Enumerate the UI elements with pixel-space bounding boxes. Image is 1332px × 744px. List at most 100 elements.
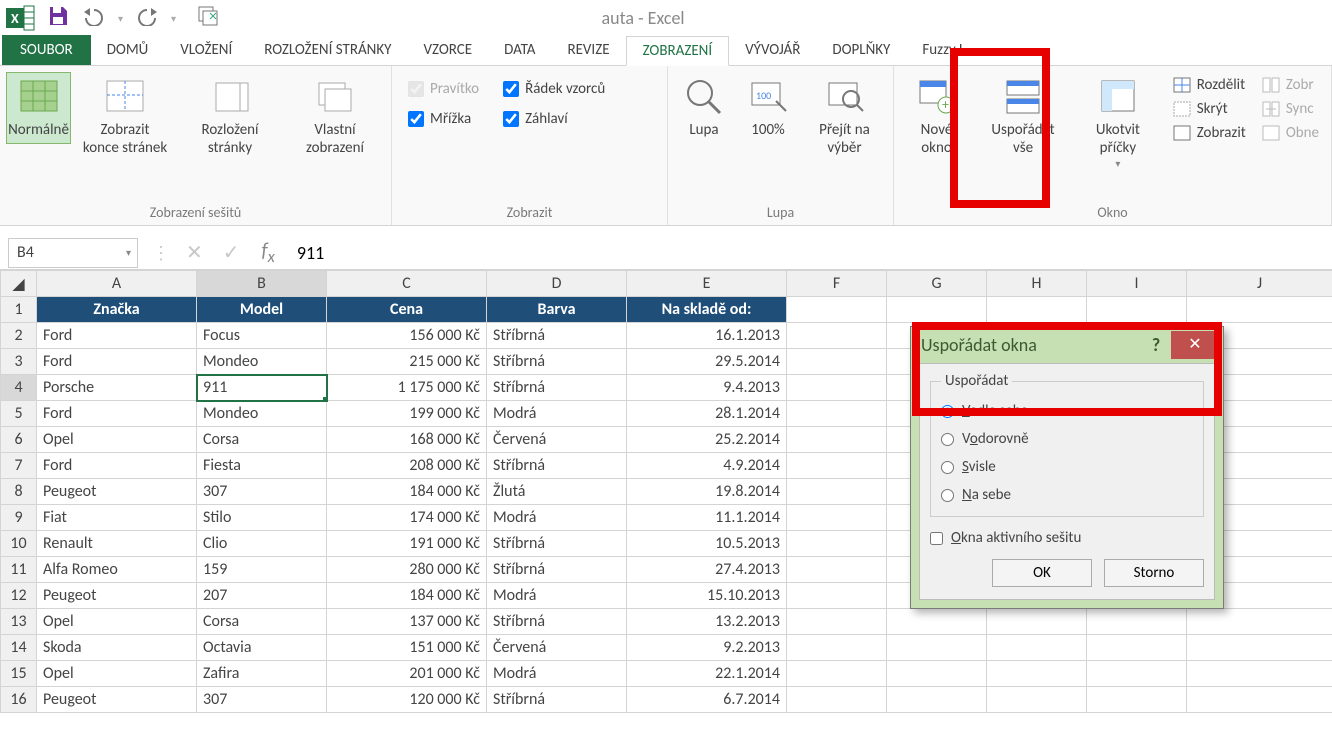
row-header-16[interactable]: 16 — [1, 687, 37, 713]
ok-button[interactable]: OK — [992, 559, 1092, 587]
cell[interactable]: 28.1.2014 — [627, 401, 787, 427]
tab-addins[interactable]: DOPLŇKY — [816, 35, 906, 65]
fx-icon[interactable]: fx — [250, 239, 287, 267]
cell[interactable]: Modrá — [487, 583, 627, 609]
col-header-I[interactable]: I — [1087, 271, 1187, 297]
cell[interactable] — [987, 661, 1087, 687]
cell[interactable] — [787, 401, 887, 427]
cell[interactable]: 29.5.2014 — [627, 349, 787, 375]
page-layout-button[interactable]: Rozložení stránky — [179, 72, 281, 162]
tab-fuzzy[interactable]: Fuzzy L — [906, 35, 981, 65]
cell[interactable]: 911 — [197, 375, 327, 401]
cell[interactable]: Modrá — [487, 661, 627, 687]
row-header-8[interactable]: 8 — [1, 479, 37, 505]
cell[interactable]: 137 000 Kč — [327, 609, 487, 635]
table-header-cell[interactable]: Model — [197, 297, 327, 323]
name-box[interactable]: B4 — [8, 238, 138, 268]
freeze-panes-button[interactable]: Ukotvit příčky ▾ — [1073, 72, 1163, 175]
cell[interactable] — [1087, 635, 1187, 661]
enter-icon[interactable]: ✓ — [213, 240, 250, 265]
cell[interactable]: 215 000 Kč — [327, 349, 487, 375]
cell[interactable]: Stříbrná — [487, 609, 627, 635]
formula-input[interactable] — [287, 242, 1332, 264]
cell[interactable]: 307 — [197, 687, 327, 713]
active-workbook-checkbox[interactable]: Okna aktivního sešitu — [930, 529, 1204, 547]
cell[interactable]: Peugeot — [37, 583, 197, 609]
col-header-B[interactable]: B — [197, 271, 327, 297]
cell[interactable] — [887, 687, 987, 713]
cell[interactable]: Opel — [37, 427, 197, 453]
cell[interactable]: Stříbrná — [487, 323, 627, 349]
spreadsheet-grid[interactable]: ◢ABCDEFGHIJ1ZnačkaModelCenaBarvaNa sklad… — [0, 270, 1332, 713]
radio-cascade[interactable]: Na sebe — [941, 486, 1193, 504]
cell[interactable]: 6.7.2014 — [627, 687, 787, 713]
cell[interactable] — [787, 479, 887, 505]
cell[interactable] — [1187, 609, 1332, 635]
save-icon[interactable] — [46, 4, 70, 32]
table-header-cell[interactable]: Barva — [487, 297, 627, 323]
row-header-3[interactable]: 3 — [1, 349, 37, 375]
zoom-button[interactable]: Lupa — [674, 72, 734, 144]
row-header-15[interactable]: 15 — [1, 661, 37, 687]
cell[interactable] — [987, 687, 1087, 713]
undo-icon[interactable] — [80, 6, 108, 30]
cell[interactable]: Peugeot — [37, 479, 197, 505]
cell[interactable]: 1 175 000 Kč — [327, 375, 487, 401]
cell[interactable]: 208 000 Kč — [327, 453, 487, 479]
hide-button[interactable]: Skrýt — [1173, 100, 1246, 118]
tab-home[interactable]: DOMŮ — [91, 35, 165, 65]
col-header-G[interactable]: G — [887, 271, 987, 297]
cell[interactable]: 15.10.2013 — [627, 583, 787, 609]
cell[interactable]: Stříbrná — [487, 687, 627, 713]
table-header-cell[interactable]: Cena — [327, 297, 487, 323]
cell[interactable]: 201 000 Kč — [327, 661, 487, 687]
cell[interactable] — [787, 427, 887, 453]
cell[interactable] — [787, 661, 887, 687]
cell[interactable]: Opel — [37, 609, 197, 635]
gridlines-checkbox[interactable]: Mřížka — [408, 110, 479, 128]
new-window-button[interactable]: + Nové okno — [900, 72, 973, 162]
cell[interactable]: 16.1.2013 — [627, 323, 787, 349]
row-header-13[interactable]: 13 — [1, 609, 37, 635]
dialog-close-button[interactable]: ✕ — [1171, 331, 1219, 359]
cell[interactable] — [787, 583, 887, 609]
headings-checkbox[interactable]: Záhlaví — [503, 110, 605, 128]
cell[interactable] — [787, 505, 887, 531]
cell[interactable] — [1187, 661, 1332, 687]
cell[interactable]: Opel — [37, 661, 197, 687]
cell[interactable]: Stříbrná — [487, 349, 627, 375]
cell[interactable]: 184 000 Kč — [327, 479, 487, 505]
dialog-help-button[interactable]: ? — [1141, 334, 1171, 356]
cell[interactable] — [1187, 687, 1332, 713]
cell[interactable]: Modrá — [487, 505, 627, 531]
cell[interactable] — [1187, 635, 1332, 661]
row-header-2[interactable]: 2 — [1, 323, 37, 349]
cell[interactable] — [787, 323, 887, 349]
cell[interactable]: Porsche — [37, 375, 197, 401]
cell[interactable]: 168 000 Kč — [327, 427, 487, 453]
cell[interactable]: Žlutá — [487, 479, 627, 505]
cell[interactable]: Ford — [37, 401, 197, 427]
col-header-E[interactable]: E — [627, 271, 787, 297]
custom-views-button[interactable]: Vlastní zobrazení — [285, 72, 385, 162]
cell[interactable]: 207 — [197, 583, 327, 609]
col-header-J[interactable]: J — [1187, 271, 1332, 297]
qat-custom-icon[interactable] — [196, 4, 220, 32]
col-header-D[interactable]: D — [487, 271, 627, 297]
cell[interactable]: 22.1.2014 — [627, 661, 787, 687]
cell[interactable]: Fiat — [37, 505, 197, 531]
zoom-100-button[interactable]: 100 100% — [738, 72, 798, 144]
cell[interactable]: Stříbrná — [487, 375, 627, 401]
cell[interactable] — [1087, 687, 1187, 713]
ruler-checkbox[interactable]: Pravítko — [408, 80, 479, 98]
radio-tile[interactable]: Vedle sebe — [941, 402, 1193, 420]
table-header-cell[interactable]: Na skladě od: — [627, 297, 787, 323]
cell[interactable]: Stříbrná — [487, 453, 627, 479]
cell[interactable]: Modrá — [487, 401, 627, 427]
cell[interactable]: Fiesta — [197, 453, 327, 479]
cell[interactable]: Stříbrná — [487, 557, 627, 583]
cell[interactable]: Ford — [37, 349, 197, 375]
row-header-4[interactable]: 4 — [1, 375, 37, 401]
cell[interactable] — [787, 557, 887, 583]
cell[interactable] — [787, 609, 887, 635]
